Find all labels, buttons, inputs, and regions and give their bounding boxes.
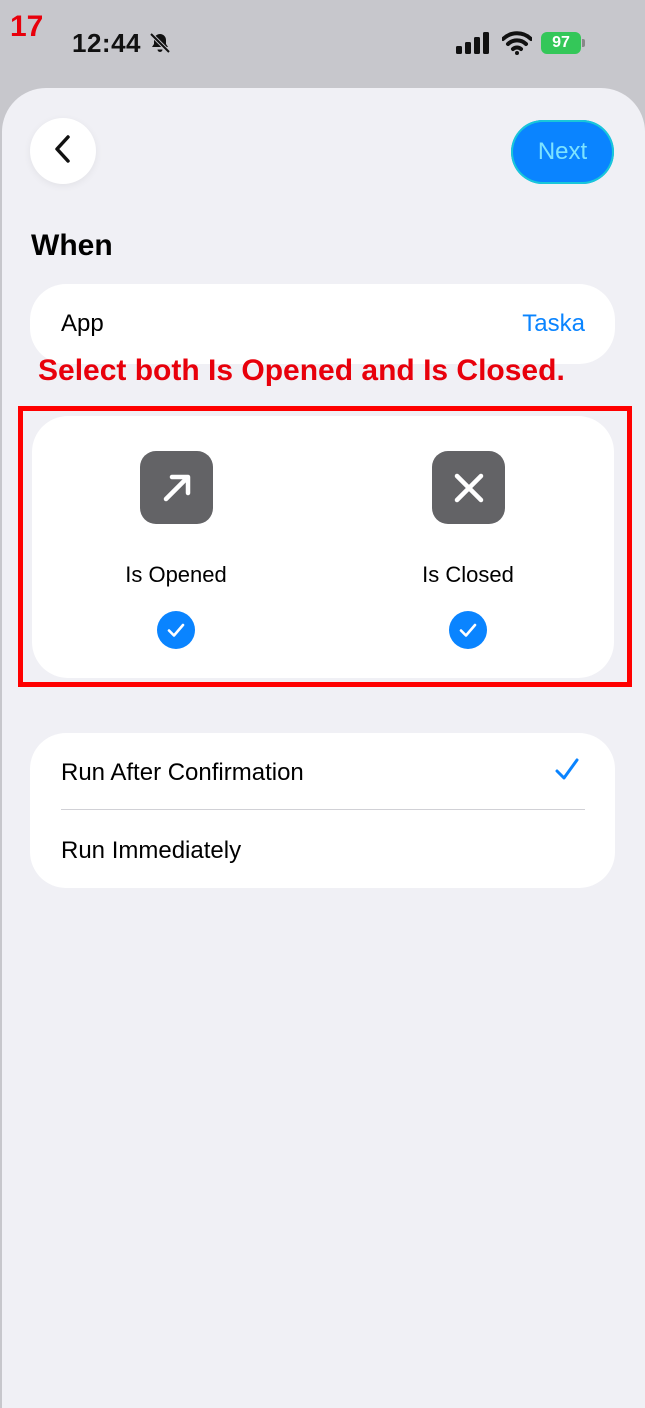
run-options-card: Run After Confirmation Run Immediately: [30, 733, 615, 888]
run-option-label: Run After Confirmation: [61, 759, 304, 786]
battery-level: 97: [552, 34, 570, 51]
clock: 12:44: [72, 28, 141, 58]
instruction-annotation: Select both Is Opened and Is Closed.: [38, 354, 565, 387]
run-option-immediately[interactable]: Run Immediately: [30, 811, 615, 888]
run-option-after-confirmation[interactable]: Run After Confirmation: [30, 733, 615, 810]
run-option-label: Run Immediately: [61, 837, 242, 864]
app-row[interactable]: App Taska: [30, 284, 615, 364]
back-button[interactable]: [30, 118, 96, 184]
cellular-signal-icon: [456, 32, 492, 59]
app-value[interactable]: Taska: [522, 310, 585, 338]
step-number: 17: [10, 10, 44, 43]
divider: [61, 809, 585, 810]
app-label: App: [61, 310, 104, 337]
wifi-icon: [501, 31, 533, 60]
next-button[interactable]: Next: [511, 120, 614, 184]
section-title: When: [31, 229, 113, 262]
highlight-annotation-box: [18, 406, 632, 687]
checkmark-icon: [554, 757, 580, 788]
bell-slash-icon: [148, 31, 172, 60]
status-bar: 17 12:44 97: [0, 0, 645, 90]
battery-icon: 97: [541, 32, 585, 54]
chevron-left-icon: [52, 134, 74, 169]
